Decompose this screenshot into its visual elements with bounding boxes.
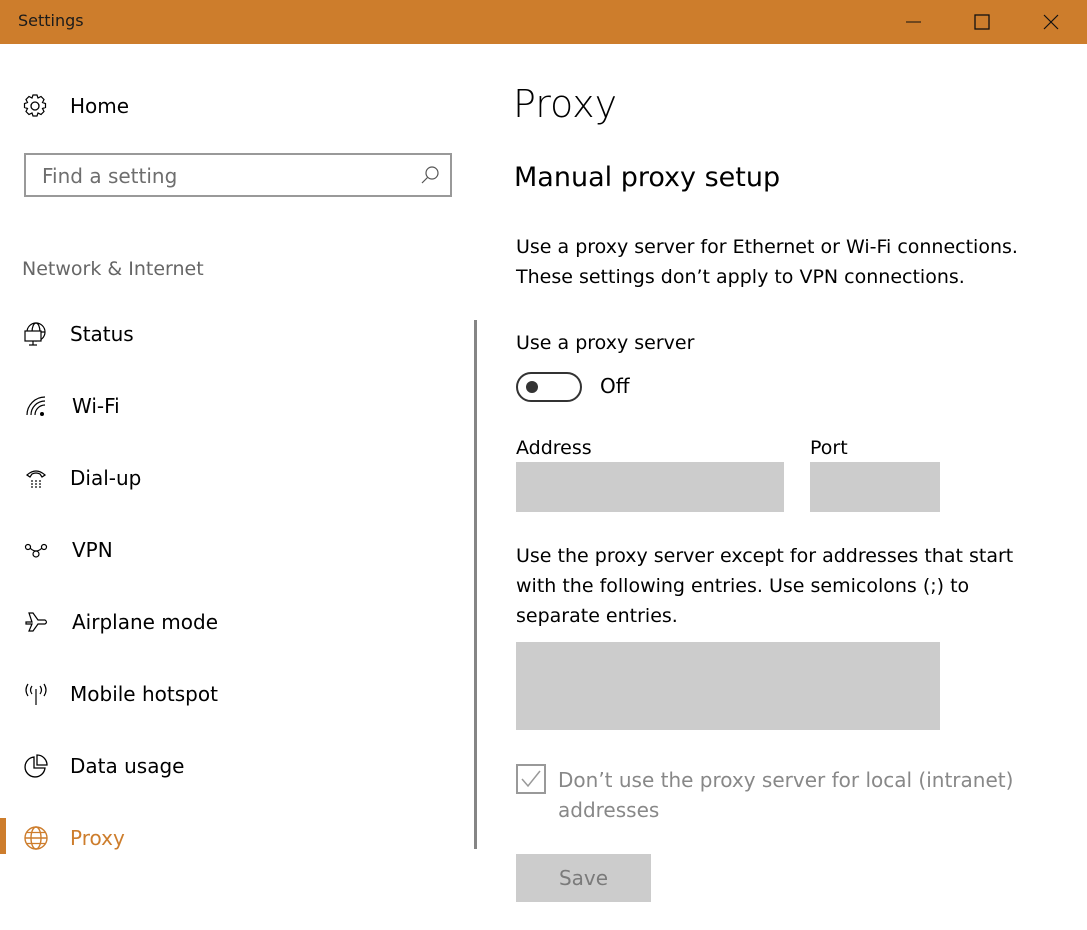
- dialup-phone-icon: [22, 464, 50, 492]
- local-addresses-checkbox[interactable]: [516, 764, 546, 794]
- sidebar-item-label: Data usage: [70, 754, 185, 778]
- sidebar-item-airplane-mode[interactable]: Airplane mode: [0, 598, 470, 646]
- home-link[interactable]: Home: [22, 88, 129, 124]
- section-title: Network & Internet: [22, 258, 204, 280]
- sidebar-item-label: Dial-up: [70, 466, 142, 490]
- close-icon: [1043, 14, 1059, 30]
- active-indicator: [0, 818, 6, 854]
- vpn-icon: [22, 536, 50, 564]
- hotspot-icon: [22, 680, 50, 708]
- maximize-icon: [974, 14, 990, 30]
- sidebar-item-label: Status: [70, 322, 134, 346]
- window-title: Settings: [18, 11, 84, 30]
- port-label: Port: [810, 437, 848, 459]
- sidebar-item-label: Mobile hotspot: [70, 682, 218, 706]
- minimize-button[interactable]: [879, 0, 947, 44]
- globe-monitor-icon: [22, 320, 50, 348]
- sidebar-item-proxy[interactable]: Proxy: [0, 814, 470, 862]
- exceptions-textarea[interactable]: [516, 642, 940, 730]
- exceptions-line-2: with the following entries. Use semicolo…: [516, 575, 970, 597]
- toggle-knob: [526, 381, 538, 393]
- save-button[interactable]: Save: [516, 854, 651, 902]
- use-proxy-toggle[interactable]: [516, 372, 582, 402]
- port-input[interactable]: [810, 462, 940, 512]
- sidebar-item-label: Proxy: [70, 826, 125, 850]
- sidebar-item-mobile-hotspot[interactable]: Mobile hotspot: [0, 670, 470, 718]
- local-addresses-label: Don’t use the proxy server for local (in…: [558, 768, 1014, 822]
- sidebar: Home Network & Internet Status Wi-Fi Dia…: [0, 44, 490, 930]
- minimize-icon: [906, 21, 921, 23]
- pie-chart-icon: [22, 752, 50, 780]
- address-label: Address: [516, 437, 592, 459]
- airplane-icon: [22, 608, 50, 636]
- use-proxy-label: Use a proxy server: [516, 332, 695, 354]
- sidebar-item-wifi[interactable]: Wi-Fi: [0, 382, 470, 430]
- close-button[interactable]: [1017, 0, 1085, 44]
- section-heading: Manual proxy setup: [514, 162, 781, 193]
- sidebar-item-label: Airplane mode: [72, 610, 219, 634]
- page-title: Proxy: [513, 82, 618, 126]
- search-input[interactable]: [26, 155, 424, 197]
- exceptions-line-3: separate entries.: [516, 605, 678, 627]
- description-line-2: These settings don’t apply to VPN connec…: [516, 266, 965, 288]
- title-bar: Settings: [0, 0, 1087, 44]
- globe-icon: [22, 824, 50, 852]
- main-content: Proxy Manual proxy setup Use a proxy ser…: [500, 44, 1087, 930]
- search-box: [24, 153, 452, 197]
- sidebar-scrollbar[interactable]: [474, 320, 477, 849]
- sidebar-item-vpn[interactable]: VPN: [0, 526, 470, 574]
- home-label: Home: [70, 94, 130, 118]
- search-icon[interactable]: [420, 165, 440, 185]
- sidebar-item-data-usage[interactable]: Data usage: [0, 742, 470, 790]
- wifi-icon: [22, 392, 50, 420]
- maximize-button[interactable]: [948, 0, 1016, 44]
- exceptions-line-1: Use the proxy server except for addresse…: [516, 545, 1014, 567]
- description-line-1: Use a proxy server for Ethernet or Wi-Fi…: [516, 236, 1018, 258]
- toggle-state-label: Off: [600, 374, 630, 398]
- sidebar-item-label: VPN: [72, 538, 113, 562]
- sidebar-item-dialup[interactable]: Dial-up: [0, 454, 470, 502]
- address-input[interactable]: [516, 462, 784, 512]
- sidebar-item-status[interactable]: Status: [0, 310, 470, 358]
- sidebar-item-label: Wi-Fi: [72, 394, 120, 418]
- gear-icon: [23, 94, 47, 117]
- checkmark-icon: [521, 770, 541, 788]
